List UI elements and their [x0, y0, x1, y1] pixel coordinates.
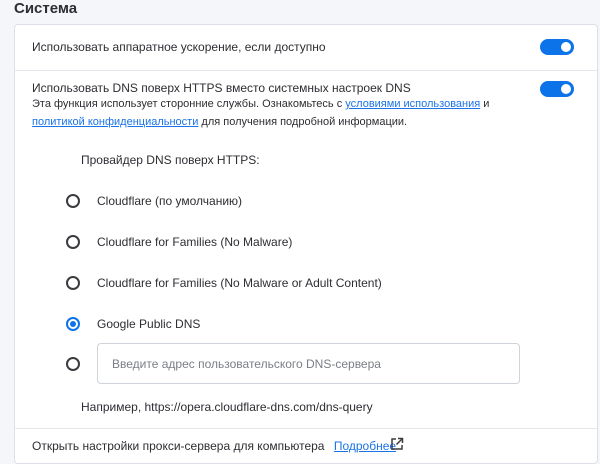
radio-cloudflare-families-adult[interactable] — [66, 276, 80, 290]
toggle-knob — [561, 42, 571, 52]
radio-cloudflare-families[interactable] — [66, 235, 80, 249]
dns-example-text: Например, https://opera.cloudflare-dns.c… — [81, 400, 373, 414]
hardware-accel-label: Использовать аппаратное ускорение, если … — [32, 40, 326, 54]
dns-description-text: Эта функция использует сторонние службы.… — [32, 98, 343, 110]
divider — [15, 70, 597, 71]
radio-google-public-dns[interactable] — [66, 317, 80, 331]
dns-description-and: и — [483, 98, 490, 110]
section-title: Система — [14, 0, 78, 17]
radio-cloudflare-families-adult-label[interactable]: Cloudflare for Families (No Malware or A… — [97, 276, 382, 290]
external-link-icon[interactable] — [390, 437, 404, 451]
privacy-policy-link[interactable]: политикой конфиденциальности — [32, 116, 198, 128]
dns-description-line2: политикой конфиденциальности для получен… — [32, 116, 407, 128]
system-settings-panel: Использовать аппаратное ускорение, если … — [14, 24, 598, 464]
dns-over-https-toggle[interactable] — [540, 81, 574, 97]
dns-over-https-label: Использовать DNS поверх HTTPS вместо сис… — [32, 81, 411, 95]
custom-dns-input[interactable]: Введите адрес пользовательского DNS-серв… — [97, 343, 520, 384]
terms-of-use-link[interactable]: условиями использования — [345, 98, 480, 110]
radio-cloudflare-families-label[interactable]: Cloudflare for Families (No Malware) — [97, 235, 292, 249]
proxy-settings-row: Открыть настройки прокси-сервера для ком… — [32, 439, 396, 453]
proxy-settings-label: Открыть настройки прокси-сервера для ком… — [32, 439, 325, 453]
dns-description-line1: Эта функция использует сторонние службы.… — [32, 98, 489, 110]
radio-cloudflare-label[interactable]: Cloudflare (по умолчанию) — [97, 194, 242, 208]
radio-cloudflare[interactable] — [66, 194, 80, 208]
dns-description-end: для получения подробной информации. — [201, 116, 408, 128]
dns-provider-label: Провайдер DNS поверх HTTPS: — [81, 153, 260, 167]
radio-custom-dns[interactable] — [66, 357, 80, 371]
settings-page: Система Использовать аппаратное ускорени… — [0, 0, 600, 464]
proxy-more-link[interactable]: Подробнее — [334, 439, 396, 453]
divider — [15, 428, 597, 429]
custom-dns-placeholder: Введите адрес пользовательского DNS-серв… — [112, 357, 381, 371]
toggle-knob — [561, 84, 571, 94]
hardware-accel-toggle[interactable] — [540, 39, 574, 55]
radio-google-public-dns-label[interactable]: Google Public DNS — [97, 317, 200, 331]
